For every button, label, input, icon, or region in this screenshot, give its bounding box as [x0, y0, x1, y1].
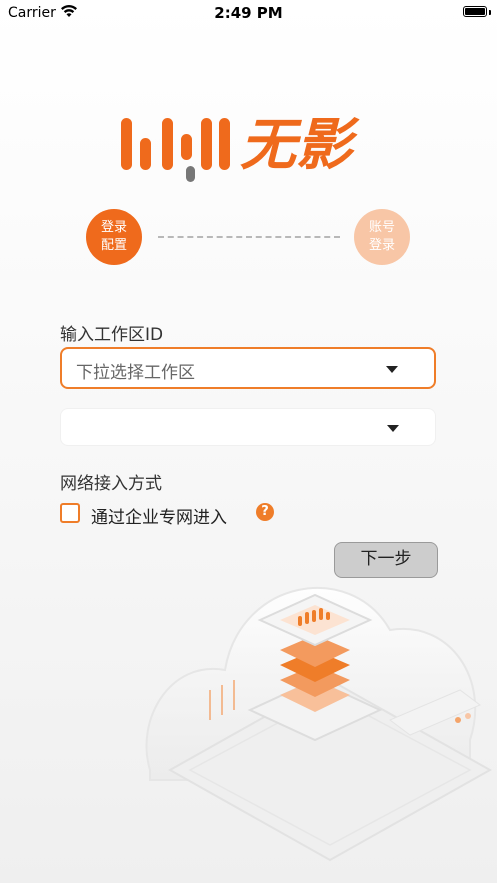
cloud-server-illustration — [145, 586, 493, 862]
app-logo: 无影 — [121, 113, 360, 182]
battery-icon — [463, 6, 487, 17]
battery-cap — [489, 10, 491, 15]
workspace-id-label: 输入工作区ID — [60, 325, 164, 345]
clock: 2:49 PM — [214, 4, 283, 22]
step-connector — [158, 236, 340, 238]
network-access-label: 网络接入方式 — [60, 474, 162, 494]
logo-wordmark: 无影 — [240, 113, 360, 178]
step-account-login: 账号 登录 — [354, 209, 410, 265]
step-login-config: 登录 配置 — [86, 209, 142, 265]
caret-down-icon — [386, 366, 398, 373]
workspace-select-placeholder: 下拉选择工作区 — [76, 363, 195, 383]
workspace-select[interactable]: 下拉选择工作区 — [60, 347, 436, 389]
step-1-line1: 登录 — [100, 220, 127, 235]
help-icon[interactable]: ? — [256, 503, 274, 521]
step-2-line1: 账号 — [368, 220, 395, 235]
status-bar: Carrier 2:49 PM — [0, 0, 497, 28]
step-2-line2: 登录 — [368, 238, 395, 253]
caret-down-icon — [387, 425, 399, 432]
enterprise-network-checkbox[interactable] — [60, 503, 80, 523]
step-1-line2: 配置 — [100, 238, 127, 253]
secondary-select[interactable] — [60, 408, 436, 446]
